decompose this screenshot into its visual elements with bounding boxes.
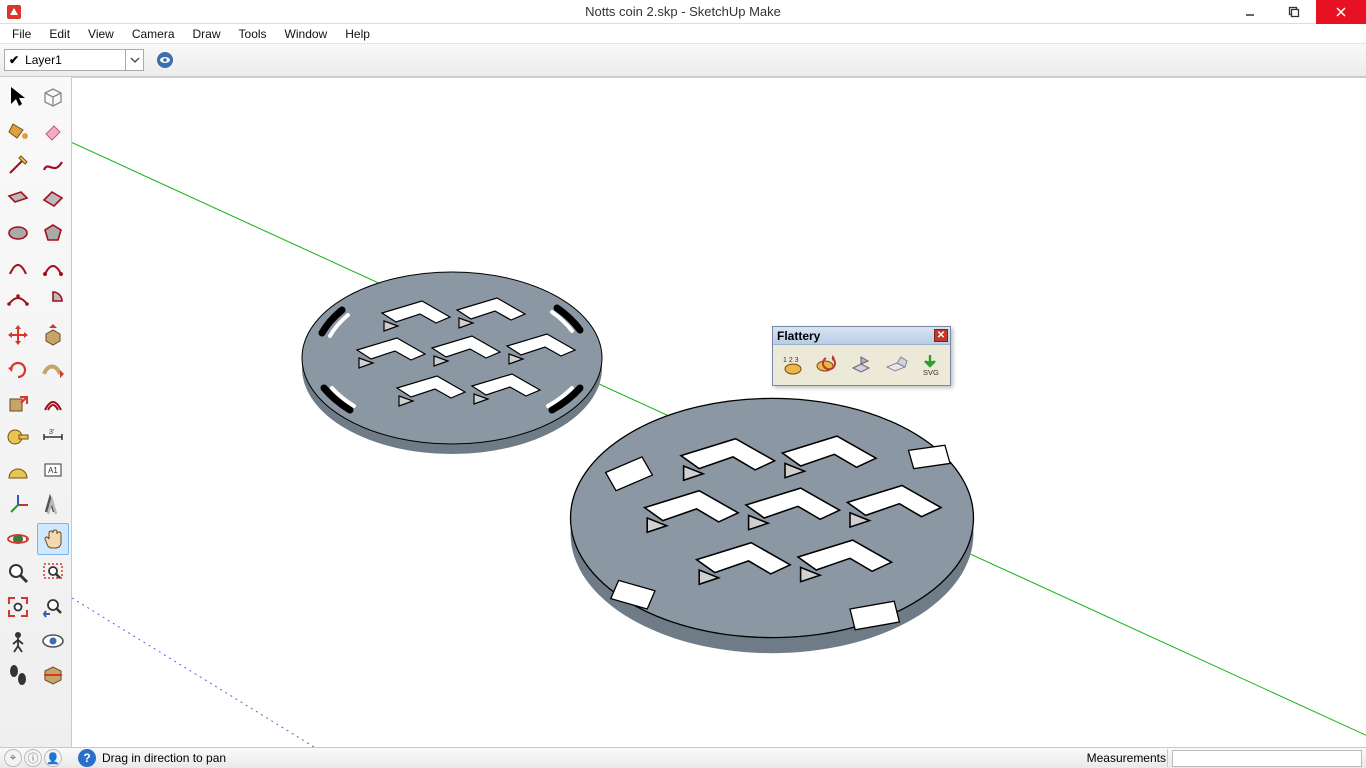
- look-around-tool[interactable]: [37, 625, 70, 657]
- freehand-tool[interactable]: [37, 149, 70, 181]
- dimension-tool[interactable]: 3': [37, 421, 70, 453]
- svg-text:A1: A1: [48, 466, 58, 475]
- flattery-reunite-edges-button[interactable]: [812, 350, 842, 380]
- window-title: Notts coin 2.skp - SketchUp Make: [0, 4, 1366, 19]
- make-component-tool[interactable]: [37, 81, 70, 113]
- layer-visible-check-icon: ✔: [9, 53, 19, 67]
- titlebar: Notts coin 2.skp - SketchUp Make: [0, 0, 1366, 24]
- layer-current-name: Layer1: [25, 53, 62, 67]
- minimize-button[interactable]: [1228, 0, 1272, 24]
- statusbar: ⌖ ⓘ 👤 ? Drag in direction to pan Measure…: [0, 747, 1366, 768]
- pan-tool[interactable]: [37, 523, 70, 555]
- svg-text:1 2 3: 1 2 3: [783, 357, 799, 364]
- flattery-unfold-button[interactable]: [846, 350, 876, 380]
- offset-tool[interactable]: [37, 387, 70, 419]
- polygon-tool[interactable]: [37, 217, 70, 249]
- flattery-titlebar[interactable]: Flattery ✕: [773, 327, 950, 345]
- app-icon: [6, 4, 22, 20]
- status-separator: [1167, 749, 1168, 767]
- measurements-input[interactable]: [1172, 750, 1362, 767]
- walk-tool[interactable]: [2, 659, 35, 691]
- layer-dropdown[interactable]: ✔ Layer1: [4, 49, 144, 71]
- status-geolocation-button[interactable]: ⌖: [4, 749, 22, 767]
- menu-draw[interactable]: Draw: [185, 25, 229, 43]
- viewport[interactable]: Flattery ✕ 1 2 3 SVG: [72, 77, 1366, 747]
- two-point-arc-tool[interactable]: [37, 251, 70, 283]
- menu-edit[interactable]: Edit: [41, 25, 78, 43]
- pie-tool[interactable]: [37, 285, 70, 317]
- status-hint: Drag in direction to pan: [102, 751, 226, 765]
- model-coin-2: [571, 398, 974, 653]
- axes-tool[interactable]: [2, 489, 35, 521]
- protractor-tool[interactable]: [2, 455, 35, 487]
- flattery-export-svg-button[interactable]: SVG: [915, 350, 945, 380]
- orbit-tool[interactable]: [2, 523, 35, 555]
- rotate-tool[interactable]: [2, 353, 35, 385]
- flattery-panel[interactable]: Flattery ✕ 1 2 3 SVG: [772, 326, 951, 386]
- position-camera-tool[interactable]: [2, 625, 35, 657]
- move-tool[interactable]: [2, 319, 35, 351]
- rotated-rectangle-tool[interactable]: [37, 183, 70, 215]
- help-icon[interactable]: ?: [78, 749, 96, 767]
- flattery-title: Flattery: [777, 329, 820, 343]
- 3d-text-tool[interactable]: [37, 489, 70, 521]
- menu-view[interactable]: View: [80, 25, 122, 43]
- scale-tool[interactable]: [2, 387, 35, 419]
- svg-text:SVG: SVG: [923, 368, 939, 377]
- previous-view-tool[interactable]: [37, 591, 70, 623]
- layer-info-button[interactable]: [154, 49, 176, 71]
- model-scene: [72, 78, 1366, 747]
- menu-camera[interactable]: Camera: [124, 25, 183, 43]
- menu-help[interactable]: Help: [337, 25, 378, 43]
- zoom-tool[interactable]: [2, 557, 35, 589]
- window-controls: [1228, 0, 1366, 24]
- line-tool[interactable]: [2, 149, 35, 181]
- eraser-tool[interactable]: [37, 115, 70, 147]
- zoom-window-tool[interactable]: [37, 557, 70, 589]
- status-signin-button[interactable]: 👤: [44, 749, 62, 767]
- flattery-fold-button[interactable]: [881, 350, 911, 380]
- svg-text:3': 3': [49, 429, 54, 436]
- main-area: 3' A1: [0, 77, 1366, 747]
- section-plane-tool[interactable]: [37, 659, 70, 691]
- measurements-label: Measurements: [1087, 751, 1166, 765]
- close-button[interactable]: [1316, 0, 1366, 24]
- select-tool[interactable]: [2, 81, 35, 113]
- menu-tools[interactable]: Tools: [231, 25, 275, 43]
- rectangle-tool[interactable]: [2, 183, 35, 215]
- circle-tool[interactable]: [2, 217, 35, 249]
- chevron-down-icon: [125, 50, 143, 70]
- status-credits-button[interactable]: ⓘ: [24, 749, 42, 767]
- push-pull-tool[interactable]: [37, 319, 70, 351]
- menu-file[interactable]: File: [4, 25, 39, 43]
- tape-measure-tool[interactable]: [2, 421, 35, 453]
- flattery-toolbar: 1 2 3 SVG: [773, 345, 950, 385]
- layer-toolbar: ✔ Layer1: [0, 44, 1366, 77]
- zoom-extents-tool[interactable]: [2, 591, 35, 623]
- maximize-button[interactable]: [1272, 0, 1316, 24]
- paint-bucket-tool[interactable]: [2, 115, 35, 147]
- flattery-index-faces-button[interactable]: 1 2 3: [778, 350, 808, 380]
- menu-window[interactable]: Window: [277, 25, 336, 43]
- arc-tool[interactable]: [2, 251, 35, 283]
- menubar: File Edit View Camera Draw Tools Window …: [0, 24, 1366, 44]
- model-coin-1: [302, 272, 602, 454]
- follow-me-tool[interactable]: [37, 353, 70, 385]
- text-tool[interactable]: A1: [37, 455, 70, 487]
- three-point-arc-tool[interactable]: [2, 285, 35, 317]
- flattery-close-button[interactable]: ✕: [934, 329, 948, 342]
- tool-palette: 3' A1: [0, 77, 72, 747]
